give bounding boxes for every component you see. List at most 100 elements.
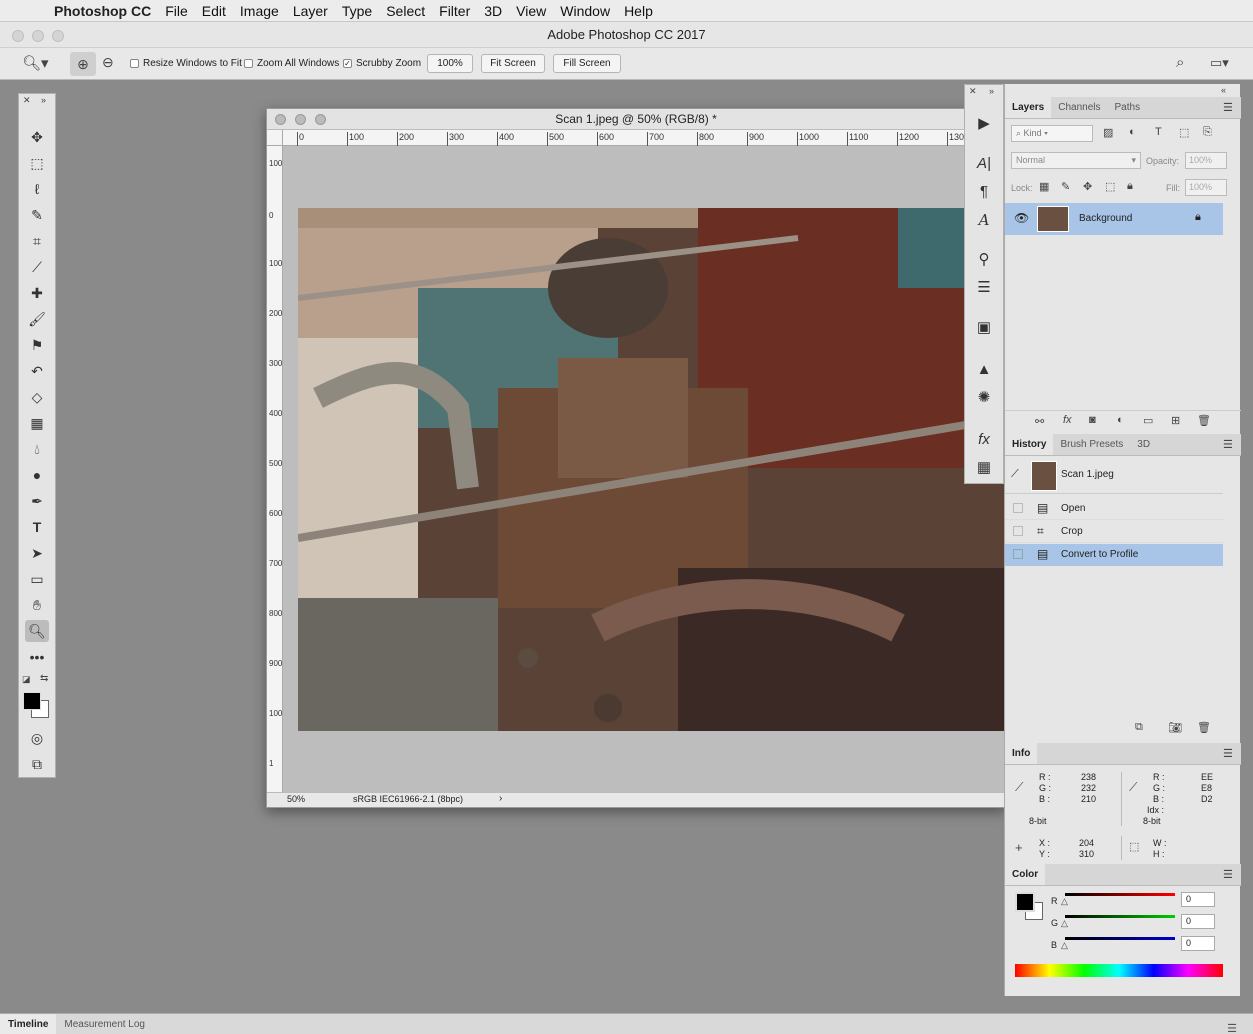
styles-icon[interactable]: fx (973, 429, 995, 451)
zoom-out-icon[interactable]: ⊖ (102, 54, 114, 71)
layer-style-icon[interactable]: fx (1063, 414, 1072, 426)
add-mask-icon[interactable]: ◙ (1089, 414, 1096, 426)
libraries-icon[interactable]: ▣ (973, 317, 995, 339)
color-spectrum-ramp[interactable] (1015, 964, 1223, 977)
tab-channels[interactable]: Channels (1051, 97, 1107, 118)
tab-layers[interactable]: Layers (1005, 97, 1052, 118)
clone-source-icon[interactable]: ☰ (973, 277, 995, 299)
history-step-open[interactable]: ▤ Open (1005, 498, 1223, 520)
new-layer-icon[interactable]: ⊞ (1171, 414, 1180, 427)
workspace-icon[interactable]: ▭▾ (1210, 55, 1229, 71)
actions-icon[interactable]: ▶ (973, 113, 995, 135)
scrubby-zoom-checkbox[interactable]: ✓ Scrubby Zoom (343, 58, 421, 69)
filter-shape-icon[interactable]: ⬚ (1179, 126, 1189, 139)
menu-layer[interactable]: Layer (293, 3, 328, 19)
color-panel-menu-icon[interactable]: ☰ (1223, 868, 1233, 881)
red-slider[interactable] (1065, 893, 1175, 896)
history-panel-menu-icon[interactable]: ☰ (1223, 438, 1233, 451)
brush-tool-icon[interactable]: 🖌︎ (25, 308, 49, 330)
opacity-input[interactable]: 100% (1185, 152, 1227, 169)
rectangle-tool-icon[interactable]: ▭ (25, 568, 49, 590)
tab-history[interactable]: History (1005, 434, 1054, 455)
filter-pixel-icon[interactable]: ▨ (1103, 126, 1113, 139)
tab-measurement-log[interactable]: Measurement Log (56, 1014, 153, 1034)
marquee-tool-icon[interactable]: ⬚ (25, 152, 49, 174)
filter-type-icon[interactable]: T (1155, 126, 1162, 138)
layer-row-background[interactable]: 👁︎ Background 🔒︎ (1005, 203, 1223, 235)
resize-windows-checkbox[interactable]: Resize Windows to Fit (130, 58, 242, 69)
history-step-convert-to-profile[interactable]: ▤ Convert to Profile (1005, 544, 1223, 566)
new-document-from-state-icon[interactable]: ⧉ (1135, 721, 1143, 734)
move-tool-icon[interactable]: ✥ (25, 126, 49, 148)
blue-value-input[interactable]: 0 (1181, 936, 1215, 951)
fill-screen-button[interactable]: Fill Screen (553, 54, 621, 73)
quick-select-tool-icon[interactable]: ✎ (25, 204, 49, 226)
lock-artboard-icon[interactable]: ⬚ (1105, 180, 1115, 193)
green-slider[interactable] (1065, 915, 1175, 918)
path-select-tool-icon[interactable]: ➤ (25, 542, 49, 564)
menu-3d[interactable]: 3D (484, 3, 502, 19)
link-layers-icon[interactable]: ⚯ (1035, 415, 1044, 428)
zoom-100-button[interactable]: 100% (427, 54, 473, 73)
snapshot-camera-icon[interactable]: 📷︎ (1168, 721, 1182, 734)
app-menu[interactable]: Photoshop CC (54, 3, 151, 19)
blur-tool-icon[interactable]: 💧︎ (25, 438, 49, 460)
lock-pixels-icon[interactable]: ✎ (1061, 180, 1070, 193)
menu-file[interactable]: File (165, 3, 188, 19)
lock-all-icon[interactable]: 🔒︎ (1127, 180, 1133, 193)
dodge-tool-icon[interactable]: ● (25, 464, 49, 486)
horizontal-ruler[interactable]: 0 100 200 300 400 500 600 700 800 900 10… (283, 130, 1005, 146)
screen-mode-icon[interactable]: ⧉ (25, 753, 49, 775)
healing-brush-tool-icon[interactable]: ✚ (25, 282, 49, 304)
color-foreground-swatch[interactable] (1015, 892, 1035, 912)
lock-transparency-icon[interactable]: ▦ (1039, 180, 1049, 193)
menu-filter[interactable]: Filter (439, 3, 470, 19)
delete-layer-icon[interactable]: 🗑︎ (1197, 414, 1211, 427)
zoom-in-icon[interactable]: ⊕ (70, 52, 96, 76)
vertical-ruler[interactable]: 100 0 100 200 300 400 500 600 700 800 90… (267, 146, 283, 794)
search-icon[interactable]: ⌕ (1176, 54, 1184, 71)
histogram-icon[interactable]: ▲ (973, 359, 995, 381)
document-canvas-image[interactable] (298, 208, 1006, 731)
ruler-origin[interactable] (267, 130, 283, 146)
blend-mode-select[interactable]: Normal ▾ (1011, 152, 1141, 169)
green-slider-thumb[interactable]: △ (1061, 918, 1068, 929)
glyphs-icon[interactable]: A (973, 209, 995, 231)
tab-brush-presets[interactable]: Brush Presets (1053, 434, 1130, 455)
menu-help[interactable]: Help (624, 3, 653, 19)
zoom-tool-preset-icon[interactable]: 🔍︎▾ (22, 54, 49, 72)
blue-slider[interactable] (1065, 937, 1175, 940)
gradient-tool-icon[interactable]: ▦ (25, 412, 49, 434)
swatches-icon[interactable]: ▦ (973, 457, 995, 479)
paragraph-icon[interactable]: ¶ (973, 181, 995, 203)
new-group-icon[interactable]: ▭ (1143, 414, 1153, 427)
info-panel-menu-icon[interactable]: ☰ (1223, 747, 1233, 760)
layers-panel-menu-icon[interactable]: ☰ (1223, 101, 1233, 114)
foreground-color-swatch[interactable] (23, 692, 41, 710)
history-step-crop[interactable]: ⌗ Crop (1005, 521, 1223, 543)
menu-window[interactable]: Window (560, 3, 610, 19)
history-brush-source-icon[interactable]: ⟋ (1011, 468, 1019, 481)
menu-type[interactable]: Type (342, 3, 372, 19)
menu-edit[interactable]: Edit (202, 3, 226, 19)
brushes-icon[interactable]: ⚲ (973, 249, 995, 271)
expand-dock-icon[interactable]: » (989, 86, 994, 96)
layer-kind-filter[interactable]: ⌕ Kind ▾ (1011, 125, 1093, 142)
tab-3d[interactable]: 3D (1130, 434, 1157, 455)
lasso-tool-icon[interactable]: ℓ (25, 178, 49, 200)
status-menu-icon[interactable]: › (499, 793, 502, 804)
eraser-tool-icon[interactable]: ◇ (25, 386, 49, 408)
collapse-right-panels-icon[interactable]: « (1221, 85, 1226, 95)
history-snapshot[interactable]: ⟋ Scan 1.jpeg (1005, 458, 1223, 494)
red-slider-thumb[interactable]: △ (1061, 896, 1068, 907)
red-value-input[interactable]: 0 (1181, 892, 1215, 907)
default-colors-icon[interactable]: ◪ (22, 674, 31, 685)
eye-visibility-icon[interactable]: 👁︎ (1014, 211, 1029, 225)
type-tool-icon[interactable]: T (25, 516, 49, 538)
menu-image[interactable]: Image (240, 3, 279, 19)
history-brush-tool-icon[interactable]: ↶ (25, 360, 49, 382)
more-tools-icon[interactable]: ••• (25, 646, 49, 668)
fill-input[interactable]: 100% (1185, 179, 1227, 196)
tab-timeline[interactable]: Timeline (0, 1014, 57, 1034)
lock-position-icon[interactable]: ✥ (1083, 180, 1092, 193)
